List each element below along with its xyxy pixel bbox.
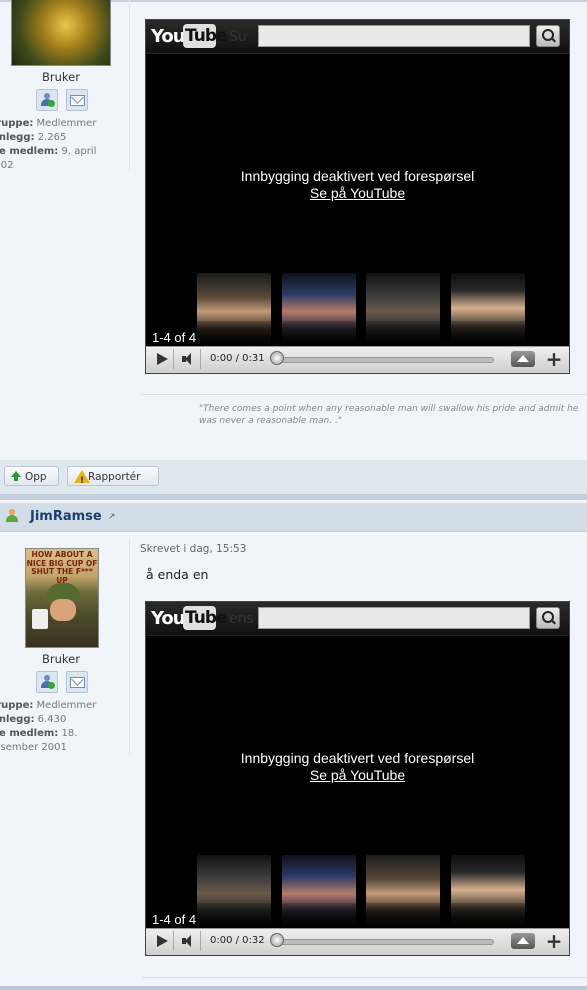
youtube-search-input[interactable] [258,25,530,47]
video-thumbnail[interactable] [451,855,525,925]
post-author-link[interactable]: JimRamse [30,509,102,524]
watch-on-youtube-link[interactable]: Se på YouTube [146,185,569,202]
youtube-logo-tube[interactable]: Tube [183,606,228,630]
fullscreen-icon[interactable]: + [544,349,564,370]
playlist-count: 1-4 of 4 [152,912,197,927]
seek-bar[interactable] [274,939,494,945]
user-avatar[interactable] [11,0,111,66]
post-timestamp: Skrevet i dag, 15:53 [140,543,247,555]
report-button[interactable]: Rapportér [67,466,159,491]
add-friend-button[interactable] [36,671,58,693]
arrow-up-icon [11,471,21,481]
user-online-icon [5,509,19,523]
youtube-title-ghost: ens [229,611,254,627]
joined-value-cont: desember 2001 [0,742,67,753]
seek-handle[interactable] [270,933,284,947]
posts-value: 2.265 [37,132,67,143]
video-thumbnail[interactable] [282,273,356,343]
youtube-logo[interactable]: You [151,608,186,629]
post-action-bar: Opp Rapportér [0,460,587,494]
volume-icon[interactable] [176,931,201,951]
time-display: 0:00 / 0:31 [210,353,265,364]
user-rank: Bruker [42,70,80,84]
send-message-button[interactable] [66,671,88,693]
posts-label: Innlegg: [0,714,35,725]
back-to-top-button[interactable]: Opp [4,466,59,486]
group-label: Gruppe: [0,700,34,711]
mail-icon [70,95,85,106]
expand-icon[interactable] [511,933,535,949]
joined-label: Ble medlem: [0,728,59,739]
youtube-embed[interactable]: You Tube Su Innbygging deaktivert ved fo… [145,19,570,374]
player-controls: 0:00 / 0:32 + [146,928,569,955]
signature-divider [142,394,587,395]
play-icon[interactable] [149,349,174,369]
youtube-logo[interactable]: You [151,26,186,47]
youtube-header: You Tube Su [146,20,569,54]
fullscreen-icon[interactable]: + [544,931,564,952]
embed-disabled-message: Innbygging deaktivert ved forespørsel Se… [146,750,569,784]
user-add-icon [40,93,55,107]
mail-icon [70,677,85,688]
embed-disabled-text: Innbygging deaktivert ved forespørsel [240,750,475,766]
report-label: Rapportér [88,471,141,483]
playlist-count: 1-4 of 4 [152,330,197,345]
seek-handle[interactable] [270,351,284,365]
video-thumbnail[interactable] [366,855,440,925]
video-thumbnail[interactable] [197,855,271,925]
post-header: JimRamse ↗ [0,503,587,532]
warning-icon [74,470,90,491]
volume-icon[interactable] [176,349,201,369]
column-divider [129,538,130,755]
youtube-logo-tube-text: Tube [185,26,228,46]
joined-label: Ble medlem: [0,146,59,157]
time-display: 0:00 / 0:32 [210,935,265,946]
video-thumbnail[interactable] [451,273,525,343]
add-friend-button[interactable] [36,89,58,111]
player-controls: 0:00 / 0:31 + [146,346,569,373]
watch-on-youtube-link[interactable]: Se på YouTube [146,767,569,784]
group-value: Medlemmer [36,118,97,129]
back-to-top-label: Opp [25,471,47,483]
expand-icon[interactable] [511,351,535,367]
embed-disabled-message: Innbygging deaktivert ved forespørsel Se… [146,168,569,202]
youtube-search-input[interactable] [258,607,530,629]
user-add-icon [40,675,55,689]
bottom-border [0,986,587,990]
group-value: Medlemmer [36,700,97,711]
seek-bar[interactable] [274,357,494,363]
column-divider [129,0,130,172]
user-rank: Bruker [42,652,80,666]
video-thumbnail[interactable] [197,273,271,343]
youtube-header: You Tube ens [146,602,569,636]
external-link-icon[interactable]: ↗ [108,512,116,522]
youtube-title-ghost: Su [229,29,247,45]
youtube-logo-tube-text: Tube [185,608,228,628]
post-separator [0,494,587,500]
youtube-embed[interactable]: You Tube ens Innbygging deaktivert ved f… [145,601,570,956]
youtube-logo-tube[interactable]: Tube [183,24,228,48]
group-label: Gruppe: [0,118,34,129]
joined-value-cont: 2002 [0,160,14,171]
signature-line-2: was never a reasonable man. ." [199,416,342,426]
posts-label: Innlegg: [0,132,35,143]
joined-value: 9. april [61,146,97,157]
user-info: Gruppe: Medlemmer Innlegg: 2.265 Ble med… [0,117,118,173]
send-message-button[interactable] [66,89,88,111]
embed-disabled-text: Innbygging deaktivert ved forespørsel [240,168,475,184]
play-icon[interactable] [149,931,174,951]
joined-value: 18. [61,728,78,739]
avatar-caption: HOW ABOUT A NICE BIG CUP OF SHUT THE F**… [26,550,98,585]
video-thumbnail[interactable] [366,273,440,343]
posts-value: 6.430 [37,714,67,725]
search-icon[interactable] [536,25,560,47]
video-thumbnail[interactable] [282,855,356,925]
post-body: å enda en [146,567,209,582]
signature-line-1: "There comes a point when any reasonable… [199,404,579,414]
user-info: Gruppe: Medlemmer Innlegg: 6.430 Ble med… [0,699,118,755]
signature-divider [142,977,587,978]
search-icon[interactable] [536,607,560,629]
user-avatar[interactable]: HOW ABOUT A NICE BIG CUP OF SHUT THE F**… [25,548,99,648]
